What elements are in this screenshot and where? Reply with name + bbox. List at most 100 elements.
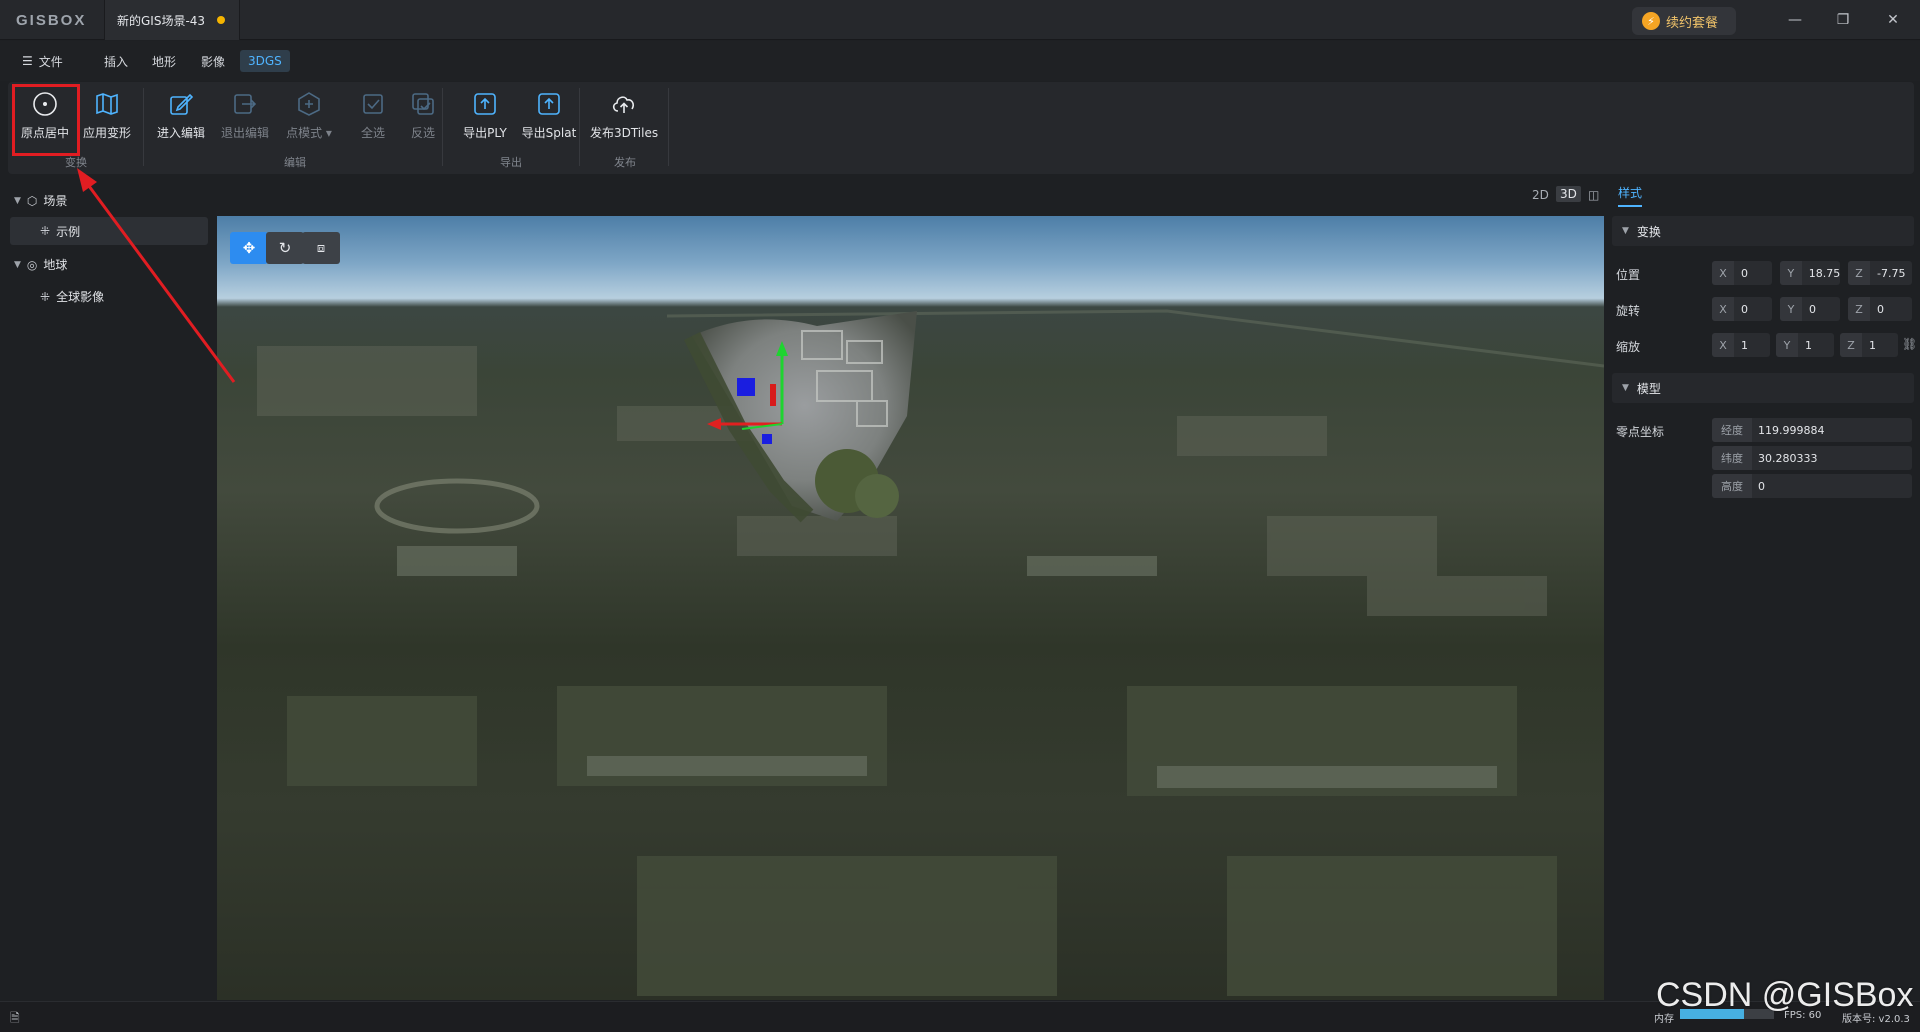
rotate-tool-button[interactable]: ↻ bbox=[266, 232, 304, 264]
point-cloud-icon: ⁜ bbox=[40, 224, 51, 238]
invert-select-label: 反选 bbox=[410, 126, 435, 140]
checkbox-icon bbox=[359, 90, 387, 118]
scale-x-field[interactable]: X1 bbox=[1712, 333, 1770, 357]
status-bar: 🗎 内存 FPS: 60 版本号: v2.0.3 bbox=[0, 1001, 1920, 1032]
zero-point-label: 零点坐标 bbox=[1616, 425, 1665, 439]
scale-z-field[interactable]: Z1 bbox=[1840, 333, 1898, 357]
aerial-imagery bbox=[257, 309, 1604, 996]
caret-down-icon: ▼ bbox=[14, 259, 21, 270]
export-ply-label: 导出PLY bbox=[463, 126, 507, 140]
group-label-edit: 编辑 bbox=[284, 156, 306, 169]
ribbon-toolbar: 原点居中 应用变形 进入编辑 退出编辑 点模式 ▾ 全选 反选 导出PLY 导出… bbox=[8, 82, 1914, 174]
menu-terrain[interactable]: 地形 bbox=[144, 50, 184, 72]
point-mode-label: 点模式 ▾ bbox=[286, 126, 332, 140]
latitude-field[interactable]: 纬度 30.280333 bbox=[1712, 446, 1912, 470]
select-all-label: 全选 bbox=[360, 126, 385, 140]
enter-edit-label: 进入编辑 bbox=[156, 126, 205, 140]
section-model-label: 模型 bbox=[1636, 381, 1661, 396]
move-tool-button[interactable]: ✥ bbox=[230, 232, 268, 264]
upload-icon bbox=[471, 90, 499, 118]
edit-icon bbox=[167, 90, 195, 118]
watermark: CSDN @GISBox bbox=[1656, 976, 1914, 1014]
scale-label: 缩放 bbox=[1616, 340, 1641, 354]
properties-panel: 样式 ▼ 变换 位置 X0 Y 18.75 Z -7.75 旋转 X0 Y0 Z0 … bbox=[1608, 180, 1920, 1000]
link-icon[interactable]: ⛓ bbox=[1902, 337, 1917, 351]
section-transform-label: 变换 bbox=[1636, 224, 1661, 239]
rotate-icon: ↻ bbox=[278, 239, 292, 257]
caret-down-icon: ▼ bbox=[1622, 383, 1629, 393]
move-arrows-icon: ✥ bbox=[242, 239, 256, 257]
ribbon-separator bbox=[442, 88, 443, 166]
section-model[interactable]: ▼ 模型 bbox=[1612, 373, 1914, 403]
apply-transform-button[interactable]: 应用变形 bbox=[77, 90, 137, 152]
publish-3dtiles-button[interactable]: 发布3DTiles bbox=[590, 90, 658, 152]
tab-style[interactable]: 样式 bbox=[1618, 184, 1643, 207]
tree-node-earth[interactable]: ▼ ◎ 地球 bbox=[14, 256, 67, 273]
log-icon[interactable]: 🗎 bbox=[10, 1009, 20, 1030]
exit-edit-label: 退出编辑 bbox=[220, 126, 269, 140]
export-splat-button[interactable]: 导出Splat bbox=[519, 90, 579, 152]
position-y-field[interactable]: Y 18.75 bbox=[1780, 261, 1840, 285]
tree-node-example[interactable]: ⁜ 示例 bbox=[10, 217, 208, 245]
tree-node-scene[interactable]: ▼ ⬡ 场景 bbox=[14, 192, 67, 209]
title-bar: GISBOX 新的GIS场景-43 ⚡ 续约套餐 — ❐ ✕ bbox=[0, 0, 1920, 40]
longitude-field[interactable]: 经度 119.999884 bbox=[1712, 418, 1912, 442]
rotation-label: 旋转 bbox=[1616, 304, 1641, 318]
scale-tool-button[interactable]: ⧈ bbox=[302, 232, 340, 264]
position-x-field[interactable]: X0 bbox=[1712, 261, 1772, 285]
export-splat-label: 导出Splat bbox=[521, 126, 577, 140]
publish-3dtiles-label: 发布3DTiles bbox=[589, 126, 659, 140]
renew-plan-label: 续约套餐 bbox=[1666, 15, 1719, 31]
invert-checkbox-icon bbox=[409, 90, 437, 118]
exit-icon bbox=[231, 90, 259, 118]
hexagon-icon bbox=[295, 90, 323, 118]
restore-icon[interactable]: ❐ bbox=[1828, 8, 1858, 32]
globe-icon: ◎ bbox=[26, 257, 38, 272]
tree-node-global-imagery[interactable]: ⁜ 全球影像 bbox=[40, 288, 104, 305]
view-2d-button[interactable]: 2D bbox=[1532, 188, 1549, 202]
exit-edit-button[interactable]: 退出编辑 bbox=[215, 90, 275, 152]
menu-file-label: 文件 bbox=[38, 54, 63, 69]
renew-plan-button[interactable]: ⚡ 续约套餐 bbox=[1632, 7, 1736, 35]
altitude-field[interactable]: 高度 0 bbox=[1712, 474, 1912, 498]
export-ply-button[interactable]: 导出PLY bbox=[455, 90, 515, 152]
tree-node-global-imagery-label: 全球影像 bbox=[56, 290, 105, 304]
ribbon-separator bbox=[668, 88, 669, 166]
scene-tree-panel: ▼ ⬡ 场景 ⁜ 示例 ▼ ◎ 地球 ⁜ 全球影像 bbox=[0, 180, 214, 1000]
app-logo: GISBOX bbox=[16, 12, 87, 29]
position-z-field[interactable]: Z -7.75 bbox=[1848, 261, 1912, 285]
section-transform[interactable]: ▼ 变换 bbox=[1612, 216, 1914, 246]
point-mode-button[interactable]: 点模式 ▾ bbox=[279, 90, 339, 152]
ribbon-separator bbox=[143, 88, 144, 166]
rotation-z-field[interactable]: Z0 bbox=[1848, 297, 1912, 321]
menu-file[interactable]: ☰ 文件 bbox=[14, 50, 71, 72]
enter-edit-button[interactable]: 进入编辑 bbox=[151, 90, 211, 152]
highlight-box bbox=[12, 84, 80, 156]
menu-imagery[interactable]: 影像 bbox=[193, 50, 233, 72]
document-tab[interactable]: 新的GIS场景-43 bbox=[104, 0, 240, 40]
menu-insert[interactable]: 插入 bbox=[96, 50, 136, 72]
map-fold-icon bbox=[93, 90, 121, 118]
split-view-icon[interactable]: ◫ bbox=[1588, 188, 1599, 202]
minimize-icon[interactable]: — bbox=[1780, 8, 1810, 32]
invert-select-button[interactable]: 反选 bbox=[393, 90, 453, 152]
rotation-x-field[interactable]: X0 bbox=[1712, 297, 1772, 321]
group-label-transform: 变换 bbox=[65, 156, 87, 169]
lightning-icon: ⚡ bbox=[1642, 12, 1660, 30]
tree-node-scene-label: 场景 bbox=[43, 194, 68, 208]
menu-3dgs[interactable]: 3DGS bbox=[240, 50, 290, 72]
cube-icon: ⬡ bbox=[26, 193, 38, 208]
scale-y-field[interactable]: Y1 bbox=[1776, 333, 1834, 357]
rotation-y-field[interactable]: Y0 bbox=[1780, 297, 1840, 321]
tree-node-example-label: 示例 bbox=[56, 224, 81, 239]
group-label-publish: 发布 bbox=[614, 156, 636, 169]
group-label-export: 导出 bbox=[500, 156, 522, 169]
close-icon[interactable]: ✕ bbox=[1878, 8, 1908, 32]
caret-down-icon: ▼ bbox=[14, 195, 21, 206]
tree-node-earth-label: 地球 bbox=[43, 258, 68, 272]
scale-icon: ⧈ bbox=[316, 240, 326, 256]
view-3d-button[interactable]: 3D bbox=[1556, 186, 1581, 202]
ribbon-separator bbox=[579, 88, 580, 166]
apply-transform-label: 应用变形 bbox=[82, 126, 131, 140]
3d-viewport[interactable]: ✥ ↻ ⧈ bbox=[217, 216, 1604, 1000]
